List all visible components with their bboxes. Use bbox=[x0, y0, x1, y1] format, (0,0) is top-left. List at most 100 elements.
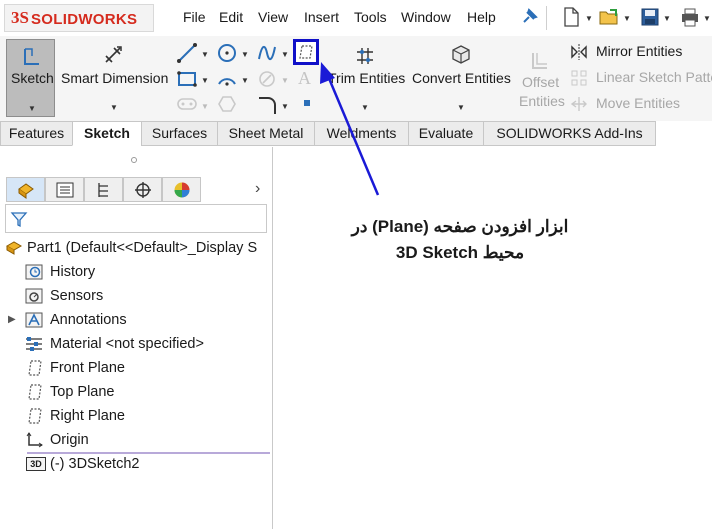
menu-insert[interactable]: Insert bbox=[304, 9, 339, 25]
panel-tabs bbox=[6, 177, 243, 203]
plane-tool-button[interactable] bbox=[293, 39, 319, 65]
arc-dropdown-icon[interactable]: ▼ bbox=[241, 76, 249, 85]
tab-surfaces[interactable]: Surfaces bbox=[141, 121, 218, 146]
configurationmanager-icon bbox=[98, 183, 108, 197]
logo-prefix: 3S bbox=[11, 8, 29, 27]
sketch-button[interactable]: Sketch ▼ bbox=[6, 39, 55, 117]
displaymanager-tab[interactable] bbox=[162, 177, 201, 202]
tree-item-history[interactable]: History bbox=[0, 261, 270, 283]
propertymanager-icon bbox=[56, 182, 74, 198]
rectangle-icon[interactable] bbox=[176, 68, 198, 90]
slot-icon bbox=[177, 98, 197, 110]
smart-dimension-dropdown-icon[interactable]: ▼ bbox=[110, 103, 118, 112]
sketch-dropdown-icon[interactable]: ▼ bbox=[28, 104, 36, 113]
configurationmanager-tab[interactable] bbox=[84, 177, 123, 202]
tree-item-annotations[interactable]: ▶ Annotations bbox=[0, 309, 270, 331]
line-dropdown-icon[interactable]: ▼ bbox=[201, 50, 209, 59]
convert-entities-label: Convert Entities bbox=[412, 70, 511, 86]
tab-weldments[interactable]: Weldments bbox=[314, 121, 409, 146]
tree-item-3d-sketch[interactable]: 3D (-) 3DSketch2 bbox=[0, 453, 270, 475]
trim-entities-label: Trim Entities bbox=[328, 70, 406, 86]
tree-item-label: Sensors bbox=[50, 288, 104, 304]
menu-file[interactable]: File bbox=[183, 9, 206, 25]
move-entities-label: Move Entities bbox=[596, 95, 681, 111]
panel-resize-handle[interactable] bbox=[131, 157, 137, 163]
tree-part-row[interactable]: Part1 (Default<<Default>_Display S bbox=[0, 237, 270, 259]
menu-view[interactable]: View bbox=[258, 9, 288, 25]
print-dropdown-icon[interactable]: ▼ bbox=[703, 14, 711, 23]
callout-line-2: محیط 3D Sketch bbox=[395, 243, 525, 262]
tree-item-label: History bbox=[50, 264, 96, 280]
tree-item-front-plane[interactable]: Front Plane bbox=[0, 357, 270, 379]
propertymanager-tab[interactable] bbox=[45, 177, 84, 202]
tree-item-material[interactable]: Material <not specified> bbox=[0, 333, 270, 355]
print-icon[interactable] bbox=[679, 6, 701, 28]
spline-icon[interactable] bbox=[256, 42, 278, 64]
plane-icon bbox=[28, 384, 42, 400]
tree-item-label: Material <not specified> bbox=[50, 336, 204, 352]
tab-evaluate[interactable]: Evaluate bbox=[408, 121, 484, 146]
offset-entities-icon bbox=[532, 53, 547, 69]
origin-icon bbox=[26, 432, 43, 448]
tab-features[interactable]: Features bbox=[0, 121, 73, 146]
tree-item-label: Top Plane bbox=[50, 384, 115, 400]
plane-icon bbox=[28, 408, 42, 424]
menu-tools[interactable]: Tools bbox=[354, 9, 387, 25]
convert-entities-button[interactable]: Convert Entities ▼ bbox=[410, 39, 514, 117]
new-document-icon[interactable] bbox=[560, 6, 582, 28]
tab-sheet-metal[interactable]: Sheet Metal bbox=[217, 121, 315, 146]
move-entities-icon bbox=[570, 97, 587, 111]
callout-line-1: ابزار افزودن صفحه (Plane) در bbox=[351, 217, 569, 236]
tab-sketch[interactable]: Sketch bbox=[72, 121, 142, 146]
tree-item-label: Right Plane bbox=[50, 408, 125, 424]
smart-dimension-button[interactable]: Smart Dimension ▼ bbox=[60, 39, 168, 117]
open-folder-icon[interactable] bbox=[598, 6, 620, 28]
tree-item-right-plane[interactable]: Right Plane bbox=[0, 405, 270, 427]
point-icon bbox=[259, 71, 275, 87]
tree-item-sensors[interactable]: Sensors bbox=[0, 285, 270, 307]
rectangle-dropdown-icon[interactable]: ▼ bbox=[201, 76, 209, 85]
tree-item-top-plane[interactable]: Top Plane bbox=[0, 381, 270, 403]
fillet-icon[interactable] bbox=[256, 94, 278, 116]
feature-manager-panel: › Part1 (Default<<Default>_Display S His… bbox=[0, 147, 273, 529]
arc-icon[interactable] bbox=[216, 68, 238, 90]
linear-pattern-icon bbox=[571, 70, 587, 86]
plane-icon bbox=[299, 45, 313, 59]
material-icon bbox=[26, 337, 42, 351]
tab-solidworks-add-ins[interactable]: SOLIDWORKS Add-Ins bbox=[483, 121, 656, 146]
spline-dropdown-icon[interactable]: ▼ bbox=[281, 50, 289, 59]
pin-icon[interactable] bbox=[518, 6, 540, 28]
sketch-icon bbox=[24, 48, 39, 65]
trim-entities-dropdown-icon[interactable]: ▼ bbox=[361, 103, 369, 112]
save-dropdown-icon[interactable]: ▼ bbox=[663, 14, 671, 23]
offset-entities-button: Offset Entities bbox=[517, 48, 565, 116]
panel-tabs-chevron-right-icon[interactable]: › bbox=[255, 180, 260, 198]
line-icon[interactable] bbox=[176, 42, 198, 64]
sketch-point-icon[interactable] bbox=[304, 100, 310, 106]
tree-filter-field[interactable] bbox=[5, 204, 267, 233]
sensors-icon bbox=[25, 288, 43, 304]
fillet-dropdown-icon[interactable]: ▼ bbox=[281, 102, 289, 111]
new-dropdown-icon[interactable]: ▼ bbox=[585, 14, 593, 23]
trim-entities-button[interactable]: Trim Entities ▼ bbox=[326, 39, 406, 117]
solidworks-logo[interactable]: 3S SOLIDWORKS bbox=[4, 4, 154, 32]
callout-text: ابزار افزودن صفحه (Plane) در محیط 3D Ske… bbox=[330, 214, 590, 266]
circle-icon[interactable] bbox=[216, 42, 238, 64]
convert-entities-dropdown-icon[interactable]: ▼ bbox=[457, 103, 465, 112]
save-icon[interactable] bbox=[639, 6, 661, 28]
featuremanager-tab[interactable] bbox=[6, 177, 45, 202]
polygon-icon bbox=[218, 96, 236, 112]
menu-edit[interactable]: Edit bbox=[219, 9, 243, 25]
smart-dimension-label: Smart Dimension bbox=[61, 70, 169, 86]
menu-help[interactable]: Help bbox=[467, 9, 496, 25]
menu-window[interactable]: Window bbox=[401, 9, 451, 25]
slot-dropdown-icon: ▼ bbox=[201, 102, 209, 111]
expand-arrow-icon[interactable]: ▶ bbox=[8, 309, 16, 331]
open-dropdown-icon[interactable]: ▼ bbox=[623, 14, 631, 23]
3d-sketch-icon: 3D bbox=[26, 457, 46, 471]
tree-item-origin[interactable]: Origin bbox=[0, 429, 270, 451]
mirror-entities-button[interactable]: Mirror Entities bbox=[568, 42, 712, 64]
annotations-icon bbox=[25, 312, 43, 328]
dimxpertmanager-tab[interactable] bbox=[123, 177, 162, 202]
circle-dropdown-icon[interactable]: ▼ bbox=[241, 50, 249, 59]
